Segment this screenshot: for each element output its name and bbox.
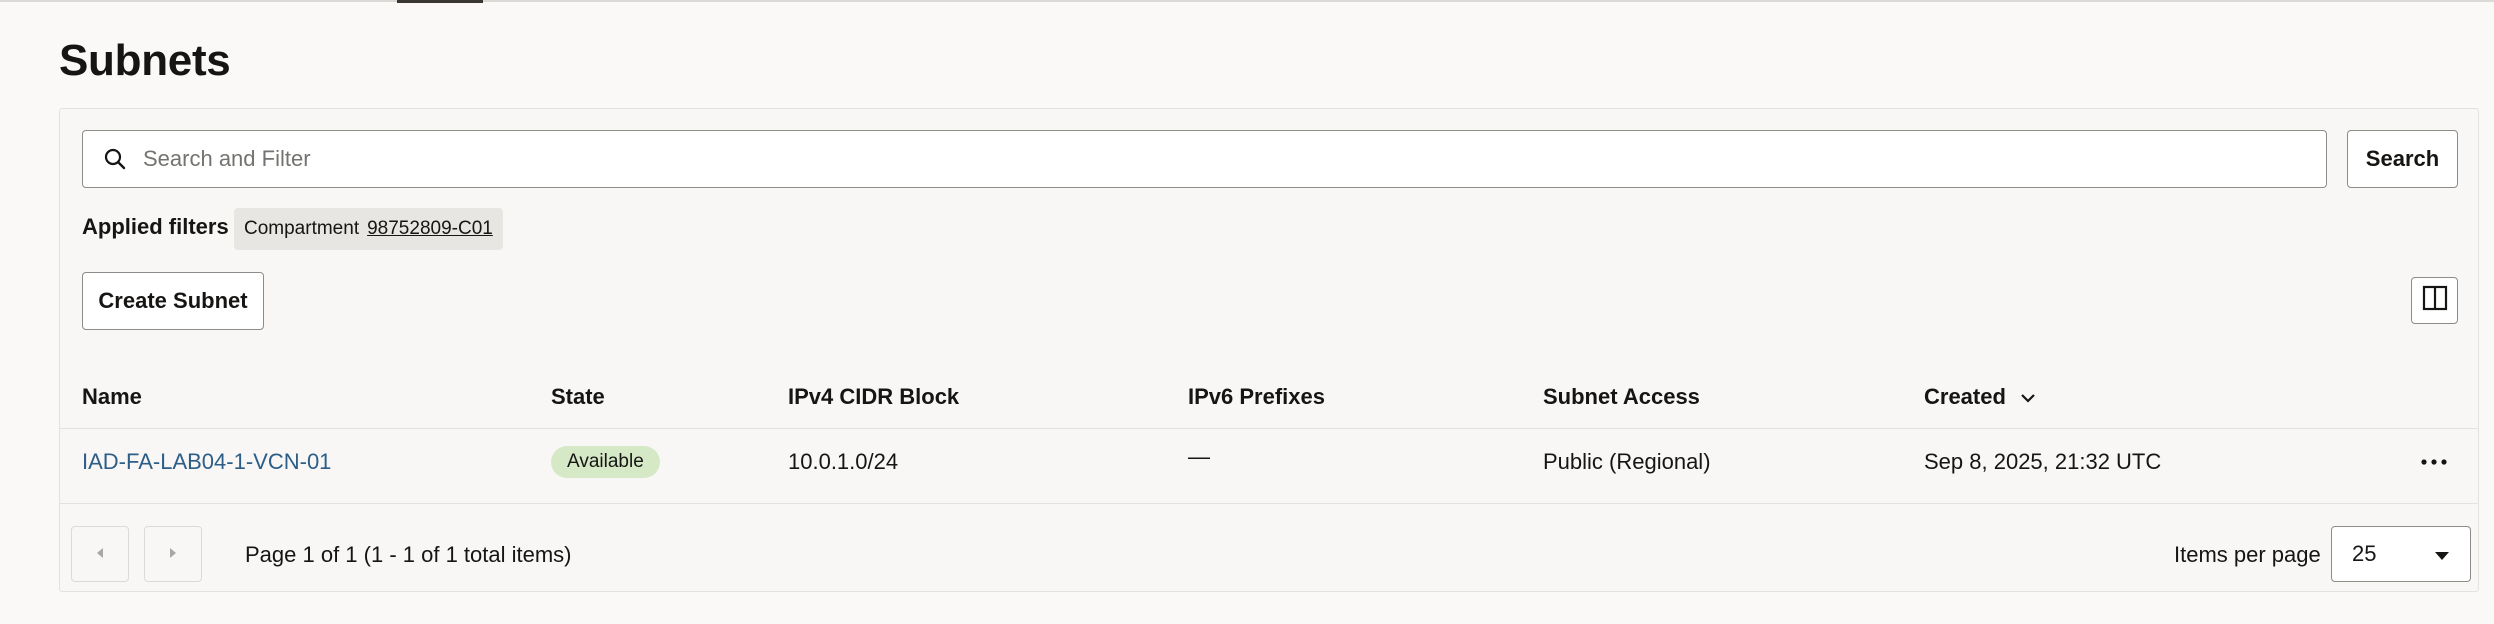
ipv4-cidr-value: 10.0.1.0/24: [788, 449, 899, 474]
items-per-page-label: Items per page: [2174, 542, 2321, 567]
search-field[interactable]: [82, 130, 2327, 188]
column-header-name[interactable]: Name: [82, 384, 142, 410]
sort-descending-icon[interactable]: [2018, 388, 2038, 413]
chevron-left-icon: [94, 545, 106, 564]
manage-columns-button[interactable]: [2411, 277, 2458, 324]
row-divider: [60, 503, 2478, 504]
filter-chip-value[interactable]: 98752809-C01: [367, 218, 493, 240]
items-per-page-value: 25: [2352, 541, 2377, 566]
applied-filters-label: Applied filters: [82, 214, 229, 239]
caret-down-icon: [2434, 541, 2450, 567]
create-subnet-button[interactable]: Create Subnet: [82, 272, 264, 330]
search-icon: [101, 145, 129, 173]
row-actions-button[interactable]: [2416, 446, 2452, 478]
columns-icon: [2422, 285, 2448, 317]
header-divider: [60, 428, 2478, 429]
status-badge: Available: [551, 446, 660, 478]
column-header-ipv6[interactable]: IPv6 Prefixes: [1188, 384, 1325, 410]
column-header-created[interactable]: Created: [1924, 384, 2006, 410]
active-tab-indicator: [397, 0, 483, 3]
column-header-subnet-access[interactable]: Subnet Access: [1543, 384, 1700, 410]
column-header-state[interactable]: State: [551, 384, 605, 410]
previous-page-button[interactable]: [71, 526, 129, 582]
subnet-name-link[interactable]: IAD-FA-LAB04-1-VCN-01: [82, 449, 331, 475]
created-value: Sep 8, 2025, 21:32 UTC: [1924, 449, 2162, 474]
column-header-ipv4[interactable]: IPv4 CIDR Block: [788, 384, 959, 410]
search-input[interactable]: [143, 139, 2293, 179]
chevron-right-icon: [167, 545, 179, 564]
subnet-access-value: Public (Regional): [1543, 449, 1711, 474]
more-actions-icon: [2420, 453, 2448, 471]
filter-chip-name: Compartment: [244, 218, 360, 239]
page-title: Subnets: [59, 36, 231, 85]
filter-chip-compartment[interactable]: Compartment 98752809-C01: [234, 208, 503, 250]
ipv6-prefixes-value: —: [1188, 444, 1210, 469]
pagination-info: Page 1 of 1 (1 - 1 of 1 total items): [245, 542, 572, 567]
next-page-button[interactable]: [144, 526, 202, 582]
search-button[interactable]: Search: [2347, 130, 2458, 188]
items-per-page-select[interactable]: 25: [2331, 526, 2471, 582]
top-border: [0, 0, 2494, 2]
